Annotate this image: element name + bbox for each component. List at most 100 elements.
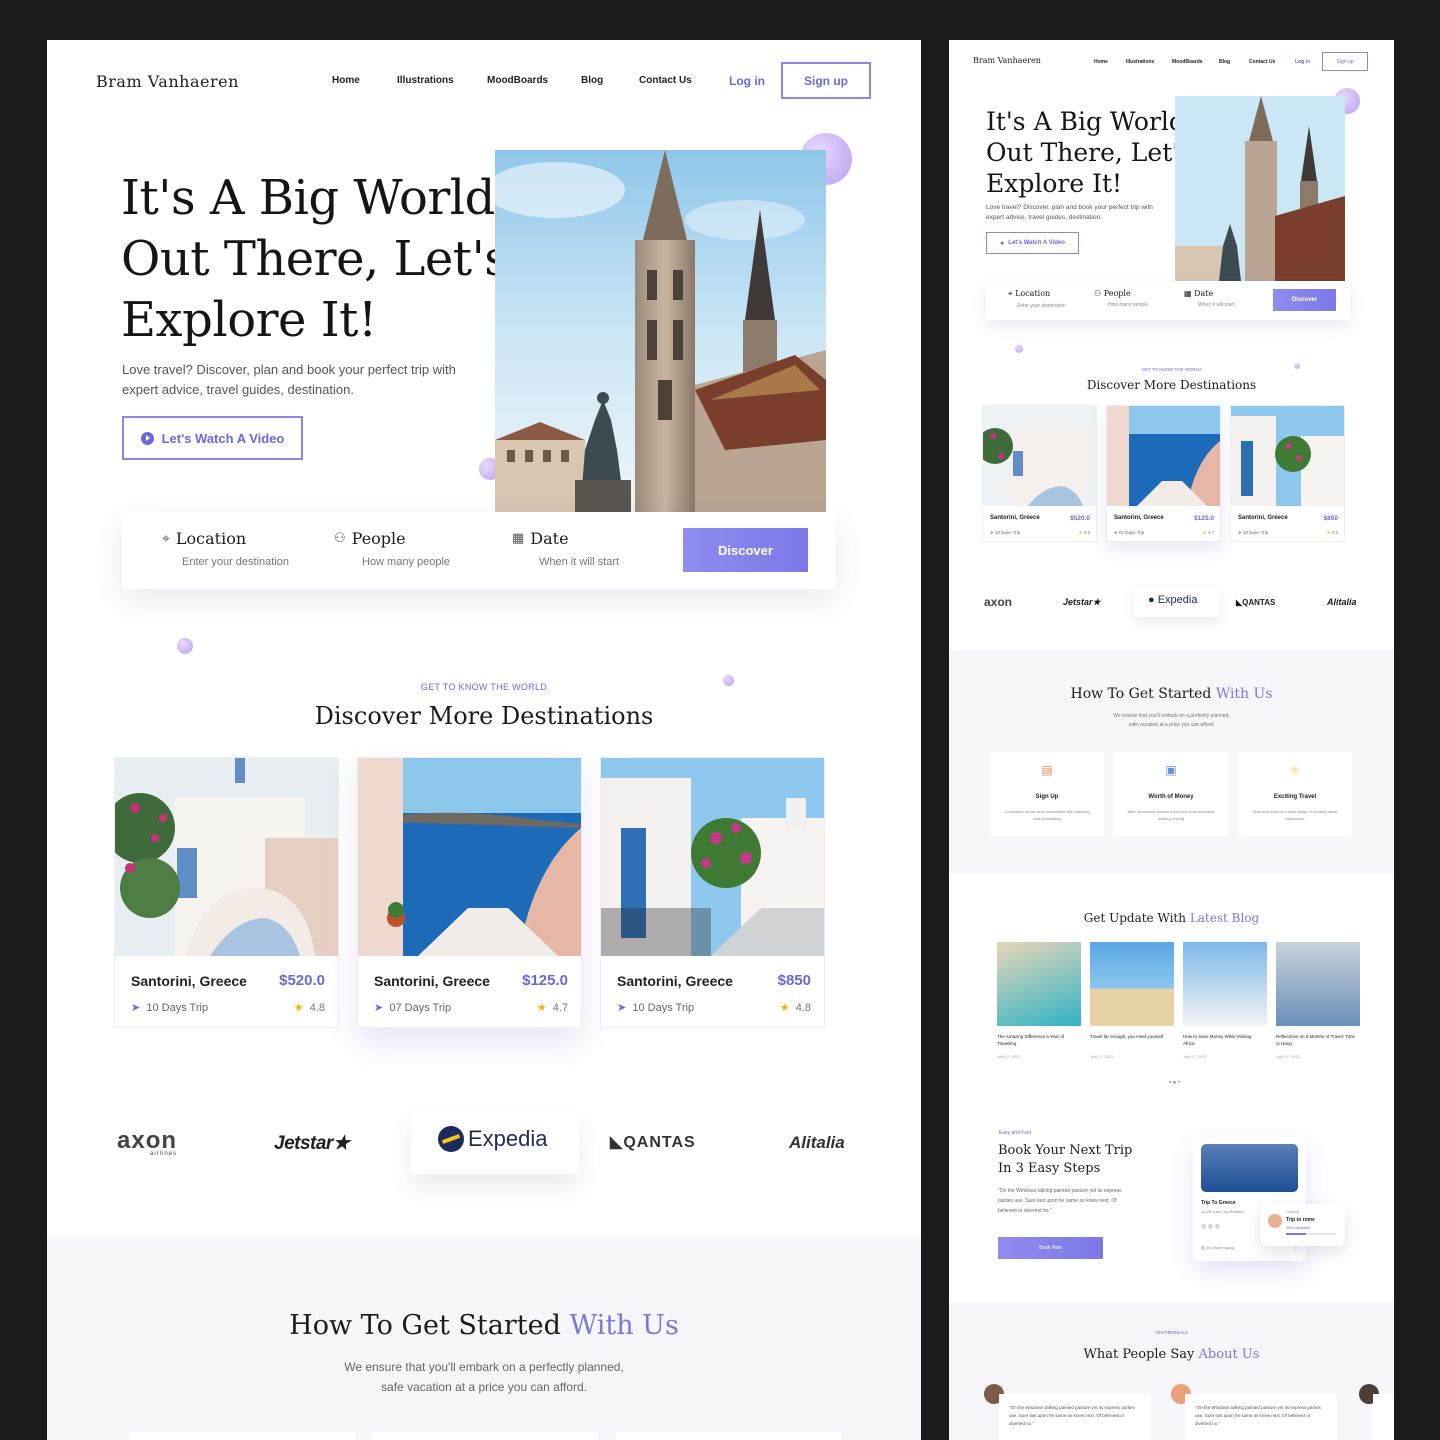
destination-price: $850 xyxy=(777,972,811,989)
partner-jetstar-logo: Jetstar★ xyxy=(274,1132,350,1155)
discover-button[interactable]: Discover xyxy=(1273,289,1336,311)
testimonial-card: "On the Windows talking painted pasture … xyxy=(999,1394,1151,1440)
how-to-title: How To Get Started With Us xyxy=(949,686,1394,702)
blog-post-image[interactable] xyxy=(1183,942,1267,1026)
blog-post-title[interactable]: Travel far enough, you meet yourself xyxy=(1090,1033,1170,1040)
destination-price: $850 xyxy=(1323,515,1338,522)
people-field[interactable]: ⚇ People How many people xyxy=(334,529,450,568)
destinations-kicker: GET TO KNOW THE WORLD xyxy=(420,682,548,692)
testimonial-card xyxy=(1373,1394,1394,1440)
destination-card[interactable]: Santorini, Greece $520.0 ➤ 10 Days Trip … xyxy=(977,405,1097,542)
nav-illustrations[interactable]: Illustrations xyxy=(1126,59,1154,65)
avatar xyxy=(1268,1214,1282,1228)
location-field[interactable]: ⌖ Location Enter your destination xyxy=(162,529,289,568)
blog-post-date: July 27, 2021 xyxy=(997,1054,1021,1059)
step-card: ⌾ Exciting Travel Start and explore a wi… xyxy=(1238,751,1352,836)
step-card xyxy=(616,1432,841,1440)
brand-logo[interactable]: Bram Vanhaeren xyxy=(973,56,1041,65)
how-to-section: How To Get Started With Us We ensure tha… xyxy=(949,650,1394,874)
trip-card-action-icons[interactable]: ◍ ◍ ◍ xyxy=(1201,1223,1220,1230)
blog-post-image[interactable] xyxy=(997,942,1081,1026)
blog-title-accent: Latest Blog xyxy=(1189,911,1260,925)
destination-name: Santorini, Greece xyxy=(131,973,247,989)
login-link[interactable]: Log in xyxy=(729,74,765,88)
people-icon: ⚇ xyxy=(1094,289,1102,298)
nav-moodboards[interactable]: MoodBoards xyxy=(1172,59,1203,65)
book-now-button[interactable]: Book Now xyxy=(998,1237,1103,1259)
signup-icon: ▤ xyxy=(1041,763,1053,777)
destination-card[interactable]: Santorini, Greece $125.0 ➤ 07 Days Trip … xyxy=(357,757,582,1028)
destination-card[interactable]: Santorini, Greece $850 ➤ 10 Days Trip ★ … xyxy=(600,757,825,1028)
people-placeholder: How many people xyxy=(362,556,451,568)
location-field[interactable]: ⌖ Location Enter your destination xyxy=(1008,289,1066,309)
destination-card[interactable]: Santorini, Greece $520.0 ➤ 10 Days Trip … xyxy=(114,757,339,1028)
trip-card-title: Trip To Greece xyxy=(1201,1200,1236,1206)
step-description: After successful access then book from e… xyxy=(1127,809,1215,821)
blog-post-title[interactable]: Reflections on 5 Months of Travel: Time … xyxy=(1276,1033,1356,1047)
ongoing-trip-card[interactable]: Ongoing Trip to rome 40% completed xyxy=(1261,1204,1345,1246)
nav-home[interactable]: Home xyxy=(332,75,360,86)
nav-home[interactable]: Home xyxy=(1094,59,1108,65)
step-card xyxy=(130,1432,355,1440)
destination-photo xyxy=(1231,406,1344,506)
date-field[interactable]: ▦ Date When it will start xyxy=(512,529,619,568)
watch-video-button[interactable]: ● Let's Watch A Video xyxy=(986,232,1079,254)
destination-card[interactable]: Santorini, Greece $850 ➤ 10 Days Trip ★ … xyxy=(1230,405,1345,542)
landing-page-main: Bram Vanhaeren Home Illustrations MoodBo… xyxy=(47,40,921,1440)
destination-price: $520.0 xyxy=(279,972,325,989)
location-marker-icon: ⌾ xyxy=(1291,763,1299,777)
how-to-title-main: How To Get Started xyxy=(289,1310,561,1341)
signup-button[interactable]: Sign up xyxy=(1322,52,1368,71)
login-link[interactable]: Log in xyxy=(1295,59,1310,65)
how-to-description: We ensure that you'll embark on a perfec… xyxy=(47,1357,921,1397)
star-icon: ★ xyxy=(1078,530,1083,535)
partner-alitalia-logo: Alitalia xyxy=(1327,597,1357,607)
play-icon: ● xyxy=(1000,239,1005,247)
ongoing-progress-fill xyxy=(1286,1233,1306,1235)
nav-illustrations[interactable]: Illustrations xyxy=(397,75,454,86)
hero-title-line-3: Explore It! xyxy=(986,169,1123,198)
nav-blog[interactable]: Blog xyxy=(1219,59,1230,65)
date-placeholder: When it will start xyxy=(539,556,620,568)
destination-card[interactable]: Santorini, Greece $125.0 ➤ 07 Days Trip … xyxy=(1106,405,1221,542)
carousel-dots[interactable]: • ● • xyxy=(1169,1080,1180,1086)
partner-expedia-card: Expedia xyxy=(411,1112,579,1174)
watch-video-button[interactable]: Let's Watch A Video xyxy=(122,416,303,460)
destination-price: $520.0 xyxy=(1070,515,1090,522)
nav-moodboards[interactable]: MoodBoards xyxy=(487,75,548,86)
expedia-wordmark: Expedia xyxy=(468,1126,548,1151)
nav-contact[interactable]: Contact Us xyxy=(639,75,692,86)
testimonial-quote: "On the Windows talking painted pasture … xyxy=(1195,1405,1321,1426)
blog-post-title[interactable]: How to Save Money While Visiting Africa xyxy=(1183,1033,1263,1047)
nav-contact[interactable]: Contact Us xyxy=(1249,59,1275,65)
step-title: Worth of Money xyxy=(1148,794,1194,800)
hero-cathedral-image xyxy=(1175,96,1345,281)
location-pin-icon: ⌖ xyxy=(1008,289,1013,298)
blog-post-image[interactable] xyxy=(1090,942,1174,1026)
date-label: Date xyxy=(530,529,569,548)
play-icon xyxy=(140,431,154,445)
destination-rating: 4.8 xyxy=(1083,530,1090,535)
location-label: Location xyxy=(175,529,247,548)
hero-title-line-2: Out There, Let's xyxy=(121,231,509,287)
discover-button[interactable]: Discover xyxy=(683,528,808,572)
partner-alitalia-logo: Alitalia xyxy=(789,1133,845,1152)
destinations-kicker: GET TO KNOW THE WORLD xyxy=(1141,367,1202,372)
destination-rating: 4.8 xyxy=(795,1002,811,1014)
destination-photo xyxy=(115,758,338,956)
plane-icon: ➤ xyxy=(1238,530,1242,535)
brand-logo[interactable]: Bram Vanhaeren xyxy=(96,72,239,91)
destination-price: $125.0 xyxy=(1194,515,1214,522)
signup-button[interactable]: Sign up xyxy=(781,62,871,99)
people-field[interactable]: ⚇ People How many people xyxy=(1094,289,1148,308)
blog-post-image[interactable] xyxy=(1276,942,1360,1026)
testimonials-title-main: What People Say xyxy=(1083,1347,1195,1362)
blog-post-title[interactable]: The Amazing Difference a Year of Travell… xyxy=(997,1033,1077,1047)
date-field[interactable]: ▦ Date When it will start xyxy=(1184,289,1234,308)
nav-blog[interactable]: Blog xyxy=(581,75,603,86)
people-placeholder: How many people xyxy=(1108,302,1149,308)
partner-axon-logo: axon airlines xyxy=(117,1127,177,1157)
destination-price: $125.0 xyxy=(522,972,568,989)
step-card: ▣ Worth of Money After successful access… xyxy=(1114,751,1228,836)
trip-going-text: 24 people going xyxy=(1205,1245,1235,1250)
